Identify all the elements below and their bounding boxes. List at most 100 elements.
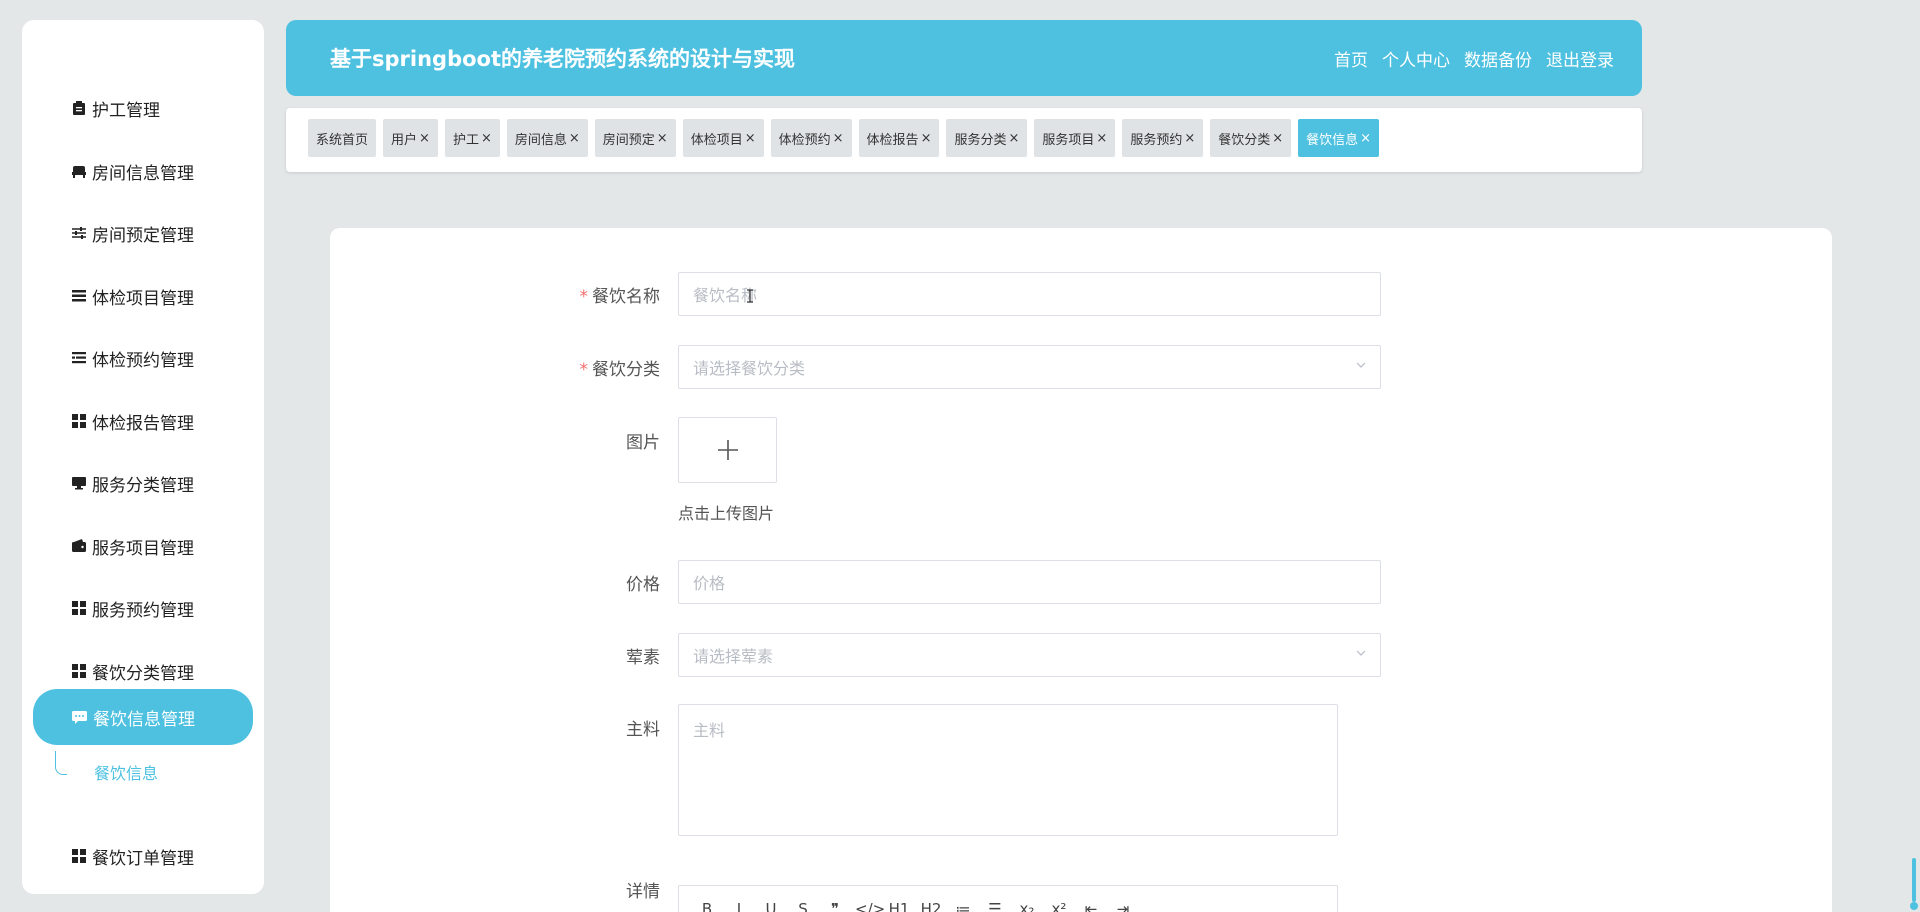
price-input[interactable]: 价格 [678, 560, 1381, 604]
tab-label: 房间预定 [602, 132, 655, 148]
tab-label: 餐饮信息 [1306, 132, 1359, 148]
tab-10[interactable]: 服务项目 × [1034, 119, 1116, 157]
close-icon[interactable]: × [1272, 131, 1283, 146]
sidebar-item-8[interactable]: 服务项目管理 [72, 531, 194, 561]
tab-3[interactable]: 护工 × [444, 119, 500, 157]
nav-logout-link[interactable]: 退出登录 [1546, 46, 1614, 71]
sidebar-item-4[interactable]: 体检项目管理 [72, 281, 194, 311]
sidebar-item-dining-info[interactable]: 餐饮信息管理 [33, 689, 253, 745]
field-label-main: 主料 [626, 720, 660, 740]
tab-7[interactable]: 体检预约 × [770, 119, 852, 157]
tab-5[interactable]: 房间预定 × [594, 119, 676, 157]
sidebar: 护工管理房间信息管理房间预定管理 体检项目管理 体检预约管理 体检报告管理 服务分类管理… [22, 20, 264, 894]
plus-icon [717, 440, 738, 460]
field-label-name: * 餐饮名称 [579, 287, 661, 307]
monitor-icon [72, 476, 86, 490]
sidebar-item-label: 房间预定管理 [92, 225, 194, 246]
nav-profile-link[interactable]: 个人中心 [1382, 46, 1450, 71]
editor-tool-11[interactable]: x₂ [1015, 900, 1039, 912]
sidebar-item-6[interactable]: 体检报告管理 [72, 406, 194, 436]
close-icon[interactable]: × [657, 131, 668, 146]
sidebar-subitem-dining-info[interactable]: 餐饮信息 [94, 760, 158, 784]
dining-category-placeholder: 请选择餐饮分类 [693, 359, 806, 378]
sidebar-item-label: 体检项目管理 [92, 288, 194, 309]
tab-label: 服务分类 [954, 132, 1007, 148]
editor-tool-8[interactable]: H2 [919, 900, 943, 912]
editor-tool-7[interactable]: H1 [887, 900, 911, 912]
close-icon[interactable]: × [745, 131, 756, 146]
grid-icon [72, 664, 86, 678]
editor-tool-5[interactable]: ❞ [823, 900, 847, 912]
editor-tool-9[interactable]: ≔ [951, 900, 975, 912]
sidebar-item-10[interactable]: 餐饮分类管理 [72, 656, 194, 686]
tab-label: 体检项目 [690, 132, 743, 148]
tab-11[interactable]: 服务预约 × [1122, 119, 1204, 157]
clipboard-icon [72, 101, 86, 115]
editor-tool-6[interactable]: </> [855, 900, 885, 912]
tab-label: 服务项目 [1042, 132, 1095, 148]
tab-4[interactable]: 房间信息 × [506, 119, 588, 157]
tab-13[interactable]: 餐饮信息 × [1298, 119, 1380, 157]
editor-tool-1[interactable]: B [695, 900, 719, 912]
grid-icon [72, 601, 86, 615]
close-icon[interactable]: × [481, 131, 492, 146]
sidebar-item-label: 体检报告管理 [92, 413, 194, 434]
close-icon[interactable]: × [1360, 131, 1371, 146]
dining-name-input[interactable]: 餐饮名称 [678, 272, 1381, 316]
tab-label: 服务预约 [1130, 132, 1183, 148]
close-icon[interactable]: × [921, 131, 932, 146]
submenu-connector [55, 751, 67, 775]
detail-rich-editor[interactable]: B I U S ❞ </> H1 H2 ≔ ☰ x₂ x² ⇤ ⇥ [678, 885, 1338, 912]
nav-home-link[interactable]: 首页 [1334, 46, 1368, 71]
close-icon[interactable]: × [1096, 131, 1107, 146]
app-header: 基于springboot的养老院预约系统的设计与实现 首页 个人中心 数据备份 … [286, 20, 1642, 96]
close-icon[interactable]: × [1008, 131, 1019, 146]
nav-backup-link[interactable]: 数据备份 [1464, 46, 1532, 71]
sidebar-item-label: 体检预约管理 [92, 350, 194, 371]
sidebar-item-3[interactable]: 房间预定管理 [72, 218, 194, 248]
sidebar-item-1[interactable]: 护工管理 [72, 93, 160, 123]
tab-1[interactable]: 系统首页 [308, 119, 377, 157]
editor-tool-10[interactable]: ☰ [983, 900, 1007, 912]
sidebar-item-label: 餐饮订单管理 [92, 848, 194, 869]
header-nav: 首页 个人中心 数据备份 退出登录 [1334, 46, 1614, 71]
editor-toolbar: B I U S ❞ </> H1 H2 ≔ ☰ x₂ x² ⇤ ⇥ [695, 900, 1135, 912]
close-icon[interactable]: × [1184, 131, 1195, 146]
tab-8[interactable]: 体检报告 × [858, 119, 940, 157]
sidebar-item-dining-orders[interactable]: 餐饮订单管理 [72, 841, 194, 871]
veg-placeholder: 请选择荤素 [693, 647, 774, 666]
wallet-icon [72, 539, 86, 553]
tab-12[interactable]: 餐饮分类 × [1210, 119, 1292, 157]
tab-6[interactable]: 体检项目 × [682, 119, 764, 157]
field-label-price: 价格 [626, 575, 660, 595]
price-placeholder: 价格 [693, 574, 726, 593]
editor-tool-3[interactable]: U [759, 900, 783, 912]
scroll-indicator[interactable] [1910, 858, 1918, 912]
tab-9[interactable]: 服务分类 × [946, 119, 1028, 157]
field-label-detail: 详情 [626, 882, 660, 902]
veg-select[interactable]: 请选择荤素 [678, 633, 1381, 677]
tab-2[interactable]: 用户 × [383, 119, 438, 157]
main-ingredient-textarea[interactable]: 主料 [678, 704, 1338, 836]
sidebar-item-9[interactable]: 服务预约管理 [72, 593, 194, 623]
sidebar-item-7[interactable]: 服务分类管理 [72, 468, 194, 498]
field-label-category: * 餐饮分类 [579, 360, 661, 380]
editor-tool-12[interactable]: x² [1047, 900, 1071, 912]
sidebar-item-5[interactable]: 体检预约管理 [72, 343, 194, 373]
dining-category-select[interactable]: 请选择餐饮分类 [678, 345, 1381, 389]
image-upload-button[interactable] [678, 417, 777, 483]
editor-tool-14[interactable]: ⇥ [1111, 900, 1135, 912]
close-icon[interactable]: × [419, 131, 430, 146]
editor-tool-13[interactable]: ⇤ [1079, 900, 1103, 912]
tab-label: 护工 [452, 132, 479, 148]
main-ingredient-placeholder: 主料 [693, 721, 726, 740]
sidebar-item-label: 服务分类管理 [92, 475, 194, 496]
editor-tool-2[interactable]: I [727, 900, 751, 912]
editor-tool-4[interactable]: S [791, 900, 815, 912]
grid-icon [72, 414, 86, 428]
sliders-icon [72, 226, 86, 240]
close-icon[interactable]: × [833, 131, 844, 146]
upload-hint: 点击上传图片 [678, 504, 775, 523]
close-icon[interactable]: × [569, 131, 580, 146]
sidebar-item-2[interactable]: 房间信息管理 [72, 156, 194, 186]
